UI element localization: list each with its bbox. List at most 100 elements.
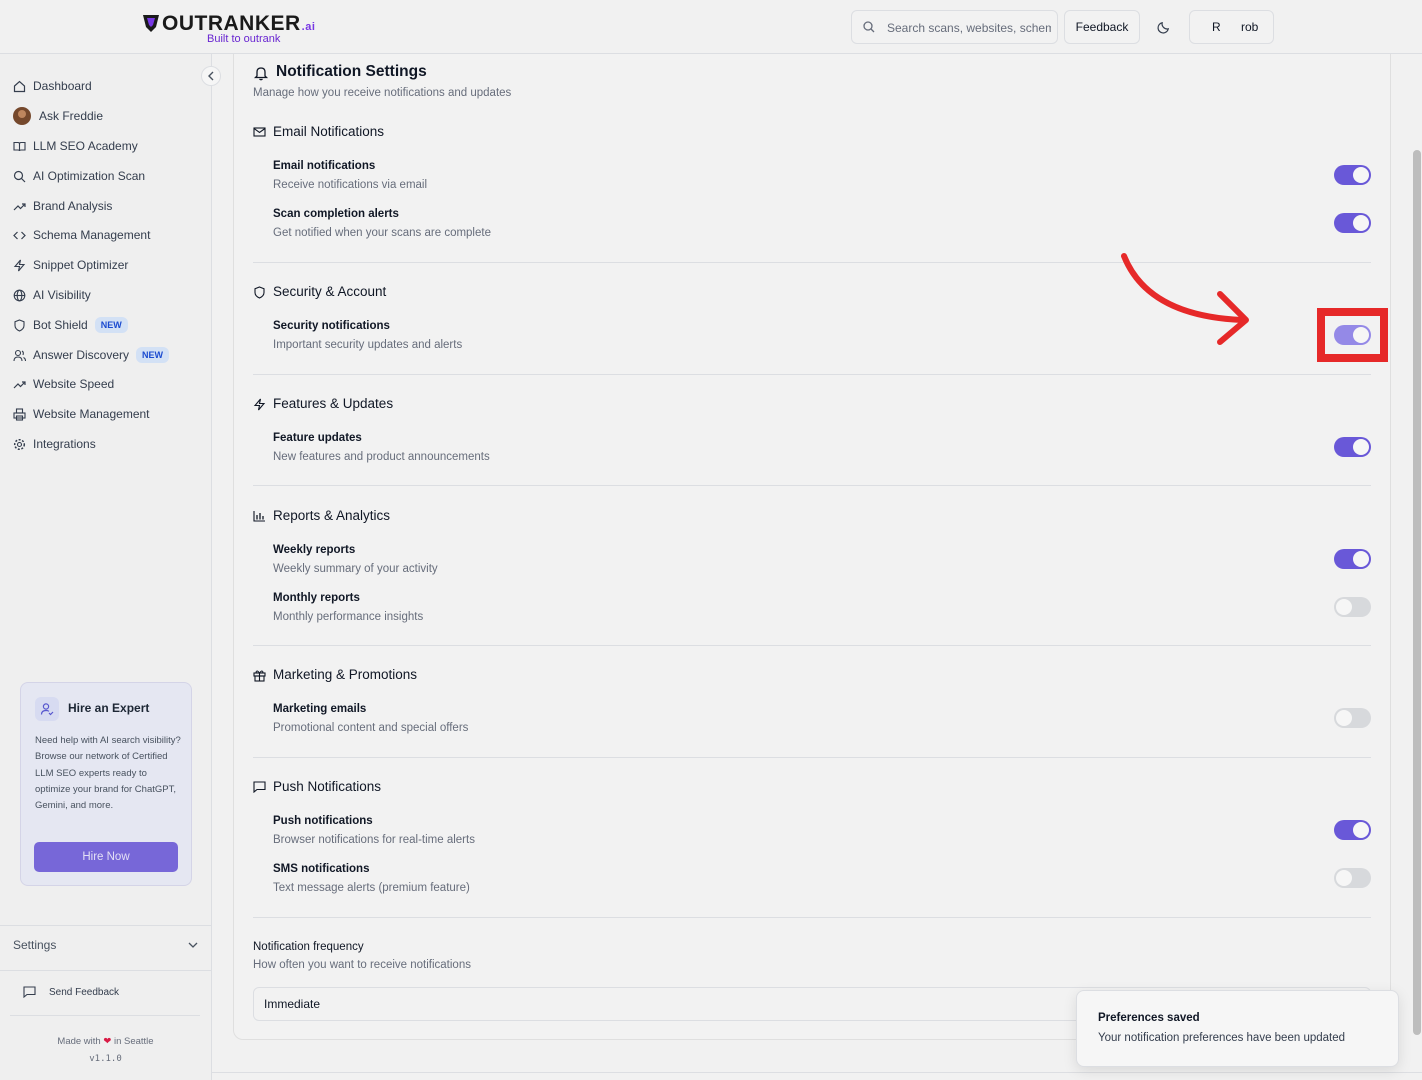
printer-icon (13, 407, 26, 421)
toggle-knob (1353, 215, 1369, 231)
page-scrollbar[interactable] (1413, 150, 1421, 1035)
toggle-feature-updates[interactable] (1334, 437, 1371, 457)
search-box[interactable] (851, 10, 1058, 44)
theme-toggle-button[interactable] (1148, 10, 1182, 44)
bolt-icon (253, 398, 266, 411)
hire-expert-card: Hire an Expert Need help with AI search … (20, 682, 192, 886)
sidebar-item-label: AI Visibility (33, 288, 91, 302)
toggle-scan-completion-alerts[interactable] (1334, 213, 1371, 233)
expert-icon (35, 697, 59, 721)
top-header: OUTRANKER.ai Built to outrank Feedback R… (0, 0, 1422, 54)
toast-title: Preferences saved (1098, 1012, 1200, 1024)
sidebar-item-label: Bot Shield (33, 318, 88, 332)
section-divider (253, 757, 1371, 758)
code-icon (13, 231, 26, 239)
sidebar-item-website-management[interactable]: Website Management (13, 403, 150, 425)
sidebar-item-bot-shield[interactable]: Bot Shield NEW (13, 314, 128, 336)
home-icon (13, 80, 26, 92)
trending-icon (13, 380, 26, 388)
logo-ai: .ai (301, 21, 316, 33)
sidebar-item-ai-optimization-scan[interactable]: AI Optimization Scan (13, 165, 145, 187)
sidebar-item-integrations[interactable]: Integrations (13, 433, 96, 455)
sidebar-item-label: Schema Management (33, 228, 151, 242)
settings-dropdown[interactable]: Settings (13, 938, 198, 956)
sidebar-item-answer-discovery[interactable]: Answer Discovery NEW (13, 344, 170, 366)
section-title-marketing: Marketing & Promotions (273, 667, 418, 682)
setting-description: Text message alerts (premium feature) (273, 882, 470, 894)
settings-label: Settings (13, 938, 57, 952)
toggle-sms-notifications[interactable] (1334, 868, 1371, 888)
sidebar-item-ai-visibility[interactable]: AI Visibility (13, 284, 91, 306)
sidebar-divider (10, 1015, 200, 1016)
logo-icon (143, 15, 159, 32)
user-initial: R (1212, 20, 1221, 34)
shield-icon (254, 286, 265, 299)
gift-icon (253, 670, 266, 682)
sidebar-item-label: AI Optimization Scan (33, 169, 146, 183)
setting-title: Weekly reports (273, 544, 356, 556)
setting-description: Important security updates and alerts (273, 339, 463, 351)
user-menu[interactable]: R rob (1189, 10, 1274, 44)
send-feedback-link[interactable]: Send Feedback (23, 986, 119, 998)
search-input[interactable] (885, 17, 1053, 39)
sidebar-item-website-speed[interactable]: Website Speed (13, 373, 114, 395)
toggle-weekly-reports[interactable] (1334, 549, 1371, 569)
version-label: v1.1.0 (89, 1054, 122, 1064)
mail-icon (253, 127, 266, 137)
hire-expert-title: Hire an Expert (68, 701, 150, 715)
toggle-push-notifications[interactable] (1334, 820, 1371, 840)
user-name: rob (1241, 20, 1259, 34)
sidebar-item-label: Website Speed (33, 377, 115, 391)
page-title: Notification Settings (276, 63, 427, 80)
setting-description: Monthly performance insights (273, 611, 424, 623)
hire-now-button[interactable]: Hire Now (34, 842, 178, 872)
sidebar-item-label: Snippet Optimizer (33, 258, 129, 272)
setting-title: Push notifications (273, 815, 373, 827)
logo[interactable]: OUTRANKER.ai Built to outrank (140, 10, 315, 46)
sidebar-item-llm-seo-academy[interactable]: LLM SEO Academy (13, 135, 138, 157)
toggle-marketing-emails[interactable] (1334, 708, 1371, 728)
users-icon (13, 349, 26, 361)
sidebar-divider (0, 925, 211, 926)
toast-description: Your notification preferences have been … (1098, 1032, 1346, 1044)
red-arrow-annotation (1121, 253, 1249, 345)
setting-description: Get notified when your scans are complet… (273, 227, 491, 239)
setting-title: Scan completion alerts (273, 208, 399, 220)
message-icon (23, 986, 36, 998)
toggle-email-notifications[interactable] (1334, 165, 1371, 185)
collapse-sidebar-button[interactable] (201, 66, 221, 86)
sidebar-item-snippet-optimizer[interactable]: Snippet Optimizer (13, 254, 128, 276)
toggle-knob (1336, 599, 1352, 615)
sidebar-divider (0, 970, 211, 971)
bolt-icon (13, 259, 26, 271)
shield-icon (14, 318, 25, 332)
logo-tagline: Built to outrank (207, 33, 281, 45)
sidebar-item-brand-analysis[interactable]: Brand Analysis (13, 195, 112, 217)
sidebar-item-label: LLM SEO Academy (33, 139, 138, 153)
section-title-security: Security & Account (273, 284, 387, 299)
bell-icon (253, 67, 269, 81)
sidebar-item-dashboard[interactable]: Dashboard (13, 75, 92, 97)
setting-title: Email notifications (273, 160, 376, 172)
heart-icon: ❤ (103, 1036, 112, 1047)
search-icon (863, 21, 875, 33)
feedback-button[interactable]: Feedback (1064, 10, 1140, 44)
sidebar-item-ask-freddie[interactable]: Ask Freddie (13, 105, 103, 127)
toggle-knob (1353, 822, 1369, 838)
setting-title: Marketing emails (273, 703, 367, 715)
sidebar-item-label: Dashboard (33, 79, 92, 93)
setting-title: Security notifications (273, 320, 390, 332)
avatar (13, 107, 31, 125)
sidebar-item-schema-management[interactable]: Schema Management (13, 224, 150, 246)
message-icon (253, 781, 266, 793)
section-divider (253, 485, 1371, 486)
page-description: Manage how you receive notifications and… (253, 87, 512, 99)
toggle-monthly-reports[interactable] (1334, 597, 1371, 617)
made-with-text: Made with ❤ in Seattle (57, 1036, 154, 1047)
toast-notification: Preferences saved Your notification pref… (1076, 990, 1399, 1067)
new-badge: NEW (94, 317, 128, 333)
frequency-title: Notification frequency (253, 941, 364, 953)
bar-chart-icon (253, 511, 265, 522)
moon-icon (1157, 21, 1170, 34)
sidebar-item-label: Ask Freddie (39, 109, 104, 123)
